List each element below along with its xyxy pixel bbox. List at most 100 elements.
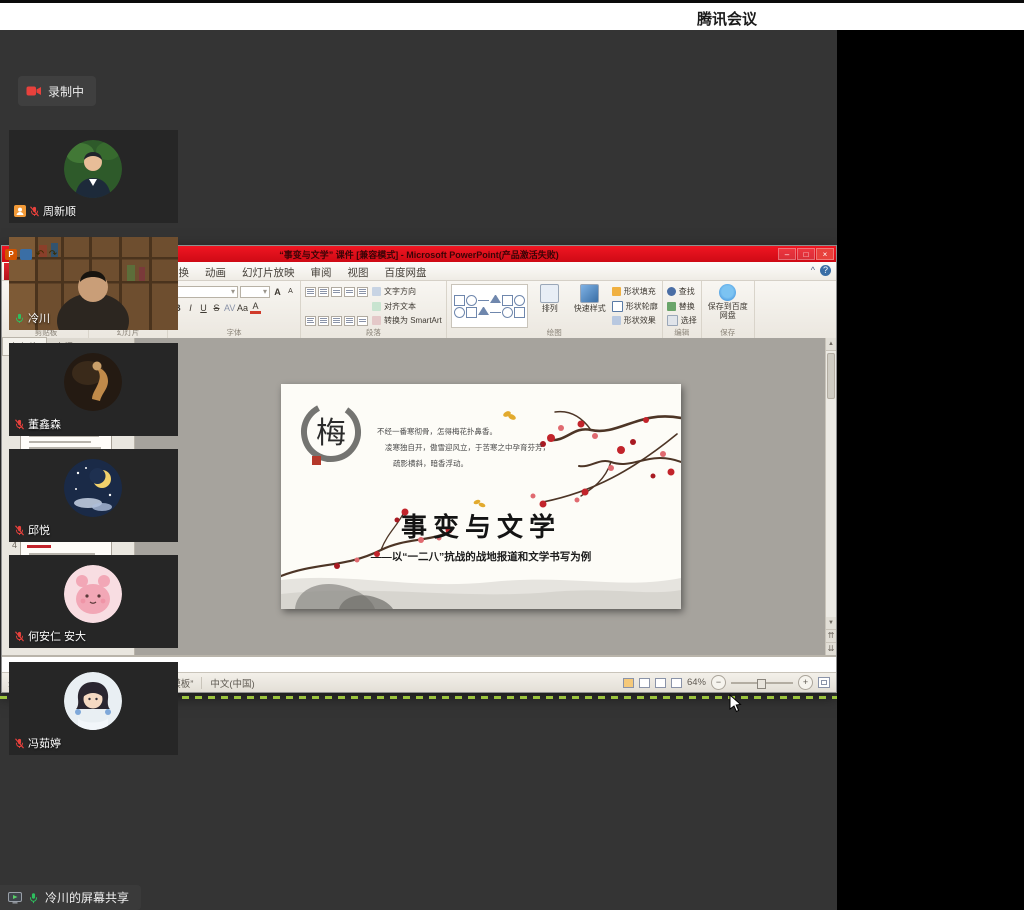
tab-review[interactable]: 审阅: [303, 262, 340, 280]
collapse-ribbon-icon[interactable]: ^: [811, 265, 815, 276]
language-label[interactable]: 中文(中国): [210, 676, 254, 690]
zoom-slider[interactable]: [731, 682, 793, 684]
participant-label: 何安仁 安大: [14, 628, 86, 644]
text-direction-button[interactable]: 文字方向: [372, 285, 442, 298]
zoom-slider-thumb[interactable]: [757, 679, 766, 689]
tab-baidu-pan[interactable]: 百度网盘: [377, 262, 435, 280]
find-button[interactable]: 查找: [667, 285, 697, 298]
tab-animations[interactable]: 动画: [197, 262, 234, 280]
minimize-button[interactable]: –: [778, 248, 796, 260]
scroll-thumb[interactable]: [827, 353, 835, 399]
svg-text:——以“一二八”抗战的战地报道和文学书写为例: ——以“一二八”抗战的战地报道和文学书写为例: [371, 550, 592, 563]
svg-text:不经一番寒彻骨，怎得梅花扑鼻香。: 不经一番寒彻骨，怎得梅花扑鼻香。: [377, 426, 497, 436]
tab-view[interactable]: 视图: [340, 262, 377, 280]
redo-icon[interactable]: ↷: [48, 249, 58, 260]
group-save: 保存到百度网盘 保存: [702, 281, 755, 339]
change-case-button[interactable]: Aa: [237, 303, 248, 313]
participant-label: 冯茹婷: [14, 735, 61, 751]
participant-tile[interactable]: 董鑫森: [9, 343, 178, 436]
replace-button[interactable]: 替换: [667, 300, 697, 313]
font-size-combo[interactable]: ▾: [240, 286, 270, 298]
group-paragraph: 文字方向 对齐文本 转换为 SmartArt 段落: [301, 281, 447, 339]
slide-canvas[interactable]: 梅: [281, 384, 681, 609]
participant-tile[interactable]: 周新顺: [9, 130, 178, 223]
align-center-button[interactable]: [318, 316, 329, 326]
participant-tile[interactable]: 邱悦: [9, 449, 178, 542]
decrease-indent-button[interactable]: [331, 287, 342, 297]
avatar: [64, 565, 122, 623]
bullets-button[interactable]: [305, 287, 316, 297]
participant-label: 董鑫森: [14, 416, 61, 432]
arrange-button[interactable]: 排列: [532, 284, 568, 328]
shrink-font-button[interactable]: A: [285, 288, 296, 295]
recording-badge[interactable]: 录制中: [18, 76, 96, 106]
meeting-title: 腾讯会议: [697, 8, 757, 29]
tab-slideshow[interactable]: 幻灯片放映: [234, 262, 303, 280]
underline-button[interactable]: U: [198, 303, 209, 313]
undo-icon[interactable]: ↶: [35, 249, 45, 260]
help-icon[interactable]: ?: [820, 265, 831, 276]
arrange-icon: [540, 284, 559, 303]
shape-fill-button[interactable]: 形状填充: [612, 285, 658, 298]
numbering-button[interactable]: [318, 287, 329, 297]
grow-font-button[interactable]: A: [272, 287, 283, 297]
shape-effects-button[interactable]: 形状效果: [612, 314, 658, 327]
presenter-mic-icon: [28, 892, 39, 904]
justify-button[interactable]: [344, 316, 355, 326]
align-text-button[interactable]: 对齐文本: [372, 300, 442, 313]
participant-tile[interactable]: 何安仁 安大: [9, 555, 178, 648]
columns-button[interactable]: [357, 316, 368, 326]
svg-text:疏影横斜，暗香浮动。: 疏影横斜，暗香浮动。: [393, 458, 468, 468]
strikethrough-button[interactable]: S: [211, 303, 222, 313]
close-button[interactable]: ×: [816, 248, 834, 260]
participant-name: 董鑫森: [28, 416, 61, 432]
recording-label: 录制中: [48, 83, 84, 100]
quick-styles-button[interactable]: 快速样式: [572, 284, 608, 328]
participant-label: 周新顺: [14, 203, 76, 219]
mic-muted-icon: [14, 631, 25, 642]
participant-name: 周新顺: [43, 203, 76, 219]
slide-editor[interactable]: 梅: [135, 338, 825, 655]
reading-view-icon[interactable]: [655, 678, 666, 688]
fit-to-window-icon[interactable]: [818, 677, 830, 688]
shapes-gallery[interactable]: [451, 284, 528, 328]
share-status-bar[interactable]: 冷川的屏幕共享: [0, 885, 141, 910]
participant-label: 冷川: [14, 310, 50, 326]
mic-muted-icon: [14, 525, 25, 536]
vertical-scrollbar[interactable]: ▲ ▼ ⇈ ⇊: [825, 338, 836, 655]
shape-outline-button[interactable]: 形状轮廓: [612, 300, 658, 313]
zoom-in-button[interactable]: +: [798, 675, 813, 690]
font-color-button[interactable]: A: [250, 301, 261, 314]
slide-graphic: 梅: [281, 384, 681, 609]
participant-tile[interactable]: 冯茹婷: [9, 662, 178, 755]
slide-sorter-view-icon[interactable]: [639, 678, 650, 688]
slideshow-view-icon[interactable]: [671, 678, 682, 688]
participant-name: 邱悦: [28, 522, 50, 538]
powerpoint-icon: P: [5, 249, 17, 260]
maximize-button[interactable]: □: [797, 248, 815, 260]
save-to-baidu-button[interactable]: 保存到百度网盘: [706, 284, 750, 328]
convert-smartart-button[interactable]: 转换为 SmartArt: [372, 314, 442, 327]
align-left-button[interactable]: [305, 316, 316, 326]
mic-muted-icon: [14, 738, 25, 749]
previous-slide-button[interactable]: ⇈: [826, 630, 836, 643]
scroll-down-button[interactable]: ▼: [826, 617, 836, 630]
scroll-up-button[interactable]: ▲: [826, 338, 836, 351]
increase-indent-button[interactable]: [344, 287, 355, 297]
group-editing: 查找 替换 选择 编辑: [663, 281, 702, 339]
participant-label: 邱悦: [14, 522, 50, 538]
character-spacing-button[interactable]: AV: [224, 303, 235, 313]
quick-styles-icon: [580, 284, 599, 303]
next-slide-button[interactable]: ⇊: [826, 643, 836, 655]
font-name-combo[interactable]: ▾: [172, 286, 238, 298]
participant-name: 冯茹婷: [28, 735, 61, 751]
align-right-button[interactable]: [331, 316, 342, 326]
italic-button[interactable]: I: [185, 303, 196, 313]
save-icon[interactable]: [20, 249, 32, 260]
zoom-out-button[interactable]: −: [711, 675, 726, 690]
baidu-cloud-icon: [719, 284, 736, 301]
select-button[interactable]: 选择: [667, 314, 697, 327]
line-spacing-button[interactable]: [357, 287, 368, 297]
normal-view-icon[interactable]: [623, 678, 634, 688]
avatar: [64, 140, 122, 198]
